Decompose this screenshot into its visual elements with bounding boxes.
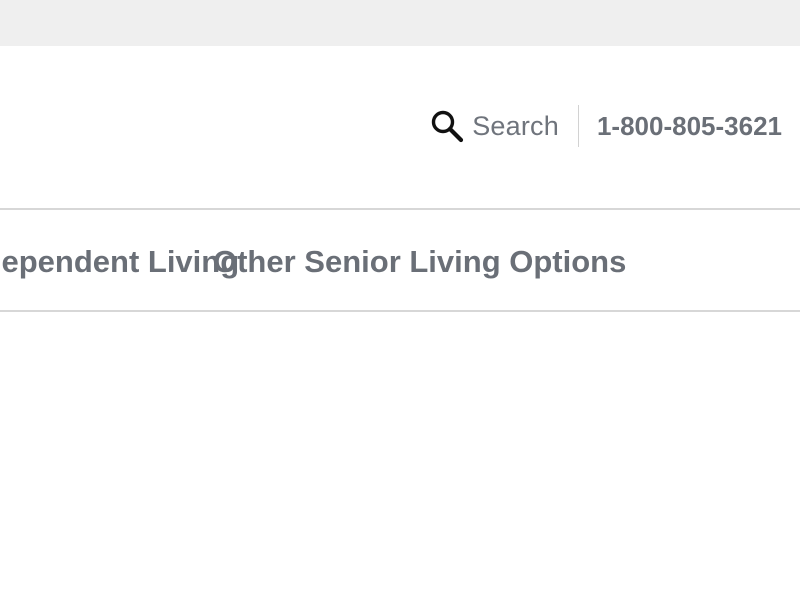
main-navigation: Independent Living Other Senior Living O…: [0, 208, 800, 312]
top-bar-strip: [0, 0, 800, 46]
nav-item-other-senior-living-options[interactable]: Other Senior Living Options: [213, 210, 626, 310]
phone-number-link[interactable]: 1-800-805-3621: [597, 111, 782, 142]
header-divider: [577, 105, 579, 147]
search-icon: [432, 110, 464, 143]
header-utility-links: Search 1-800-805-3621: [430, 105, 782, 147]
site-header: Search 1-800-805-3621: [0, 46, 800, 208]
nav-item-independent-living[interactable]: Independent Living: [0, 210, 239, 310]
search-label: Search: [472, 110, 559, 141]
main-content-area: [0, 312, 800, 600]
search-button[interactable]: Search: [430, 109, 559, 143]
